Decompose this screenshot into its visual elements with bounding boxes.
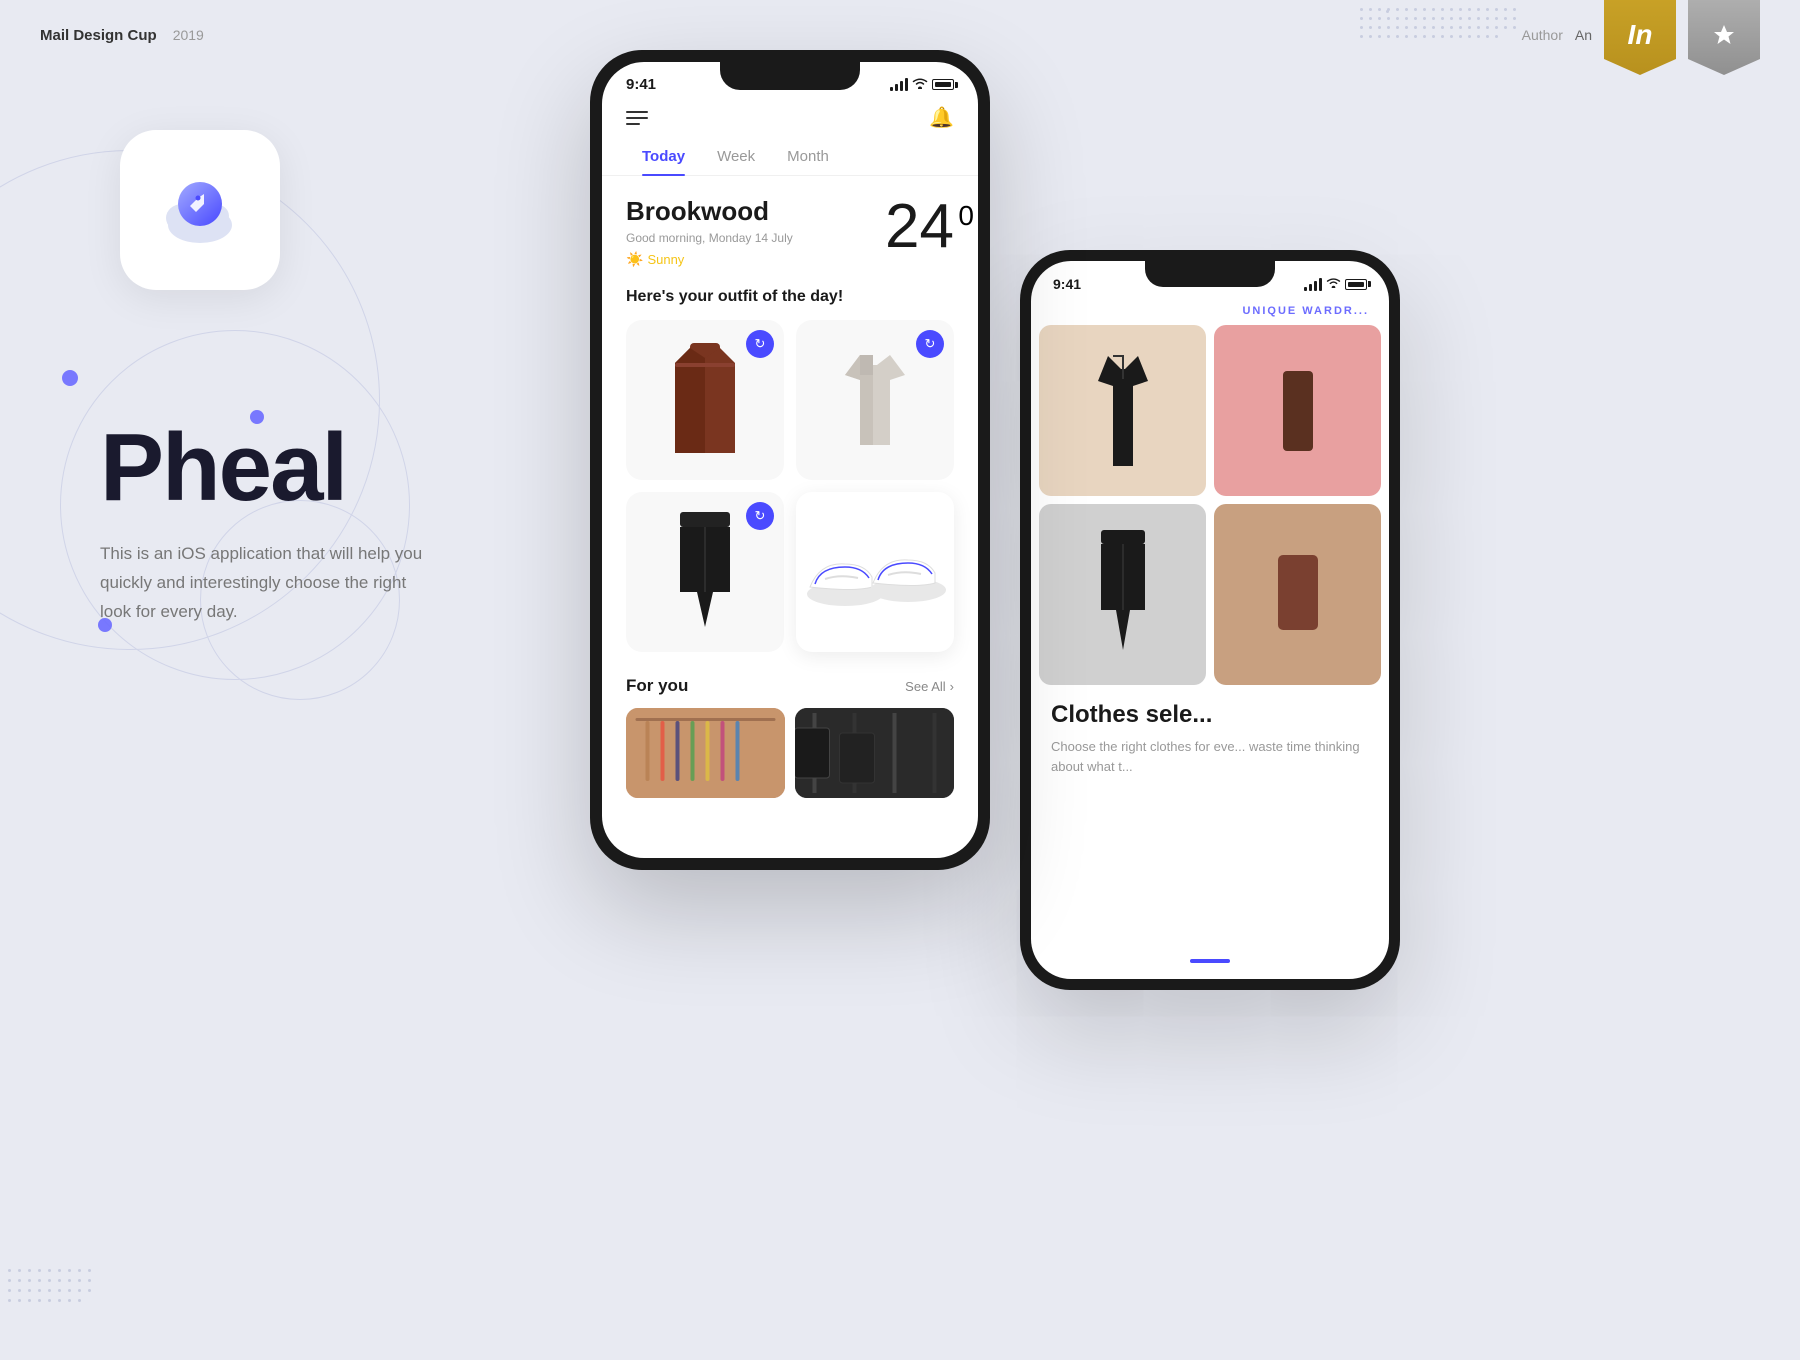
tab-week[interactable]: Week [701, 138, 771, 175]
for-you-grid [626, 708, 954, 798]
phone-notch-2 [1145, 261, 1275, 287]
wardrobe-grid [1031, 325, 1389, 685]
wardrobe-label: UNIQUE WARDR... [1031, 293, 1389, 325]
wardrobe-cell-pants[interactable] [1039, 504, 1206, 685]
invision-badge[interactable]: In [1604, 0, 1676, 75]
weather-section: Brookwood Good morning, Monday 14 July ☀… [602, 176, 978, 280]
tab-month[interactable]: Month [771, 138, 845, 175]
for-you-section: For you See All › [602, 664, 978, 798]
header-right: Author An In [1522, 0, 1760, 75]
phone-screen-2: 9:41 UNIQUE WARDR... [1031, 261, 1389, 979]
site-title: Mail Design Cup [40, 27, 157, 44]
refresh-icon-3: ↻ [755, 508, 766, 524]
app-icon-graphic [160, 170, 240, 250]
see-all-link[interactable]: See All › [905, 679, 954, 694]
status-icons [890, 77, 954, 92]
phone-main: 9:41 [590, 50, 990, 870]
for-you-title: For you [626, 676, 688, 696]
signal-icon-2 [1304, 278, 1322, 291]
refresh-pants-btn[interactable]: ↻ [746, 502, 774, 530]
tabs-container: Today Week Month [602, 138, 978, 176]
author-name: An [1575, 27, 1592, 43]
phone-secondary: 9:41 UNIQUE WARDR... [1020, 250, 1400, 990]
invision-letter: In [1628, 19, 1653, 51]
temp-unit: 0 [958, 200, 974, 232]
app-name: Pheal [100, 420, 440, 516]
refresh-icon: ↻ [755, 336, 766, 352]
wifi-icon-2 [1326, 275, 1341, 293]
bottom-indicator [1190, 959, 1230, 963]
condition-text: Sunny [647, 252, 684, 267]
app-description: This is an iOS application that will hel… [100, 540, 440, 627]
header-left: Mail Design Cup 2019 [40, 27, 204, 44]
status-icons-2 [1304, 275, 1367, 293]
coat-illustration [670, 343, 740, 458]
pants-illustration [675, 512, 735, 632]
outfit-grid: ↻ ↻ [626, 320, 954, 652]
left-content: Pheal This is an iOS application that wi… [100, 420, 440, 627]
status-time-2: 9:41 [1053, 276, 1081, 292]
outfit-card-coat[interactable]: ↻ [626, 320, 784, 480]
phone-screen: 9:41 [602, 62, 978, 858]
deco-dot-1 [62, 370, 78, 386]
signal-icon [890, 78, 908, 91]
bottom-text: Clothes sele... Choose the right clothes… [1031, 685, 1389, 776]
clothes-title: Clothes sele... [1051, 701, 1369, 729]
site-year: 2019 [173, 27, 204, 43]
temperature-display: 24 0 [885, 196, 954, 258]
battery-icon [932, 79, 954, 90]
location-name: Brookwood [626, 196, 793, 227]
location-date: Good morning, Monday 14 July [626, 231, 793, 245]
app-icon [120, 130, 280, 290]
sun-icon: ☀️ [626, 251, 643, 268]
wifi-icon [912, 77, 928, 92]
author-label: Author [1522, 27, 1563, 43]
dots-grid-bottom: const dg2 = document.currentScript.paren… [0, 1261, 100, 1310]
wardrobe-cell-dark[interactable] [1214, 504, 1381, 685]
outfit-title: Here's your outfit of the day! [626, 288, 954, 306]
shirt-illustration [835, 350, 915, 450]
shoes-illustration [800, 522, 950, 622]
tab-today[interactable]: Today [626, 138, 701, 175]
refresh-shirt-btn[interactable]: ↻ [916, 330, 944, 358]
status-time: 9:41 [626, 76, 656, 93]
for-you-card-1[interactable] [626, 708, 785, 798]
grey-badge[interactable] [1688, 0, 1760, 75]
outfit-card-shoes[interactable] [796, 492, 954, 652]
app-header: 🔔 [602, 93, 978, 138]
temperature-value: 24 [885, 192, 954, 261]
outfit-card-pants[interactable]: ↻ [626, 492, 784, 652]
header: Mail Design Cup 2019 Author An In [0, 0, 1800, 70]
bell-icon[interactable]: 🔔 [929, 105, 954, 130]
weather-condition: ☀️ Sunny [626, 251, 793, 268]
location-info: Brookwood Good morning, Monday 14 July ☀… [626, 196, 793, 268]
clothes-desc: Choose the right clothes for eve... wast… [1051, 737, 1369, 776]
refresh-icon-2: ↻ [925, 336, 936, 352]
outfit-section: Here's your outfit of the day! ↻ [602, 280, 978, 664]
wardrobe-cell-shirt[interactable] [1039, 325, 1206, 496]
wardrobe-cell-pink[interactable] [1214, 325, 1381, 496]
outfit-card-shirt[interactable]: ↻ [796, 320, 954, 480]
battery-icon-2 [1345, 279, 1367, 290]
refresh-coat-btn[interactable]: ↻ [746, 330, 774, 358]
hamburger-icon[interactable] [626, 111, 648, 125]
for-you-card-2[interactable] [795, 708, 954, 798]
section-header: For you See All › [626, 676, 954, 696]
